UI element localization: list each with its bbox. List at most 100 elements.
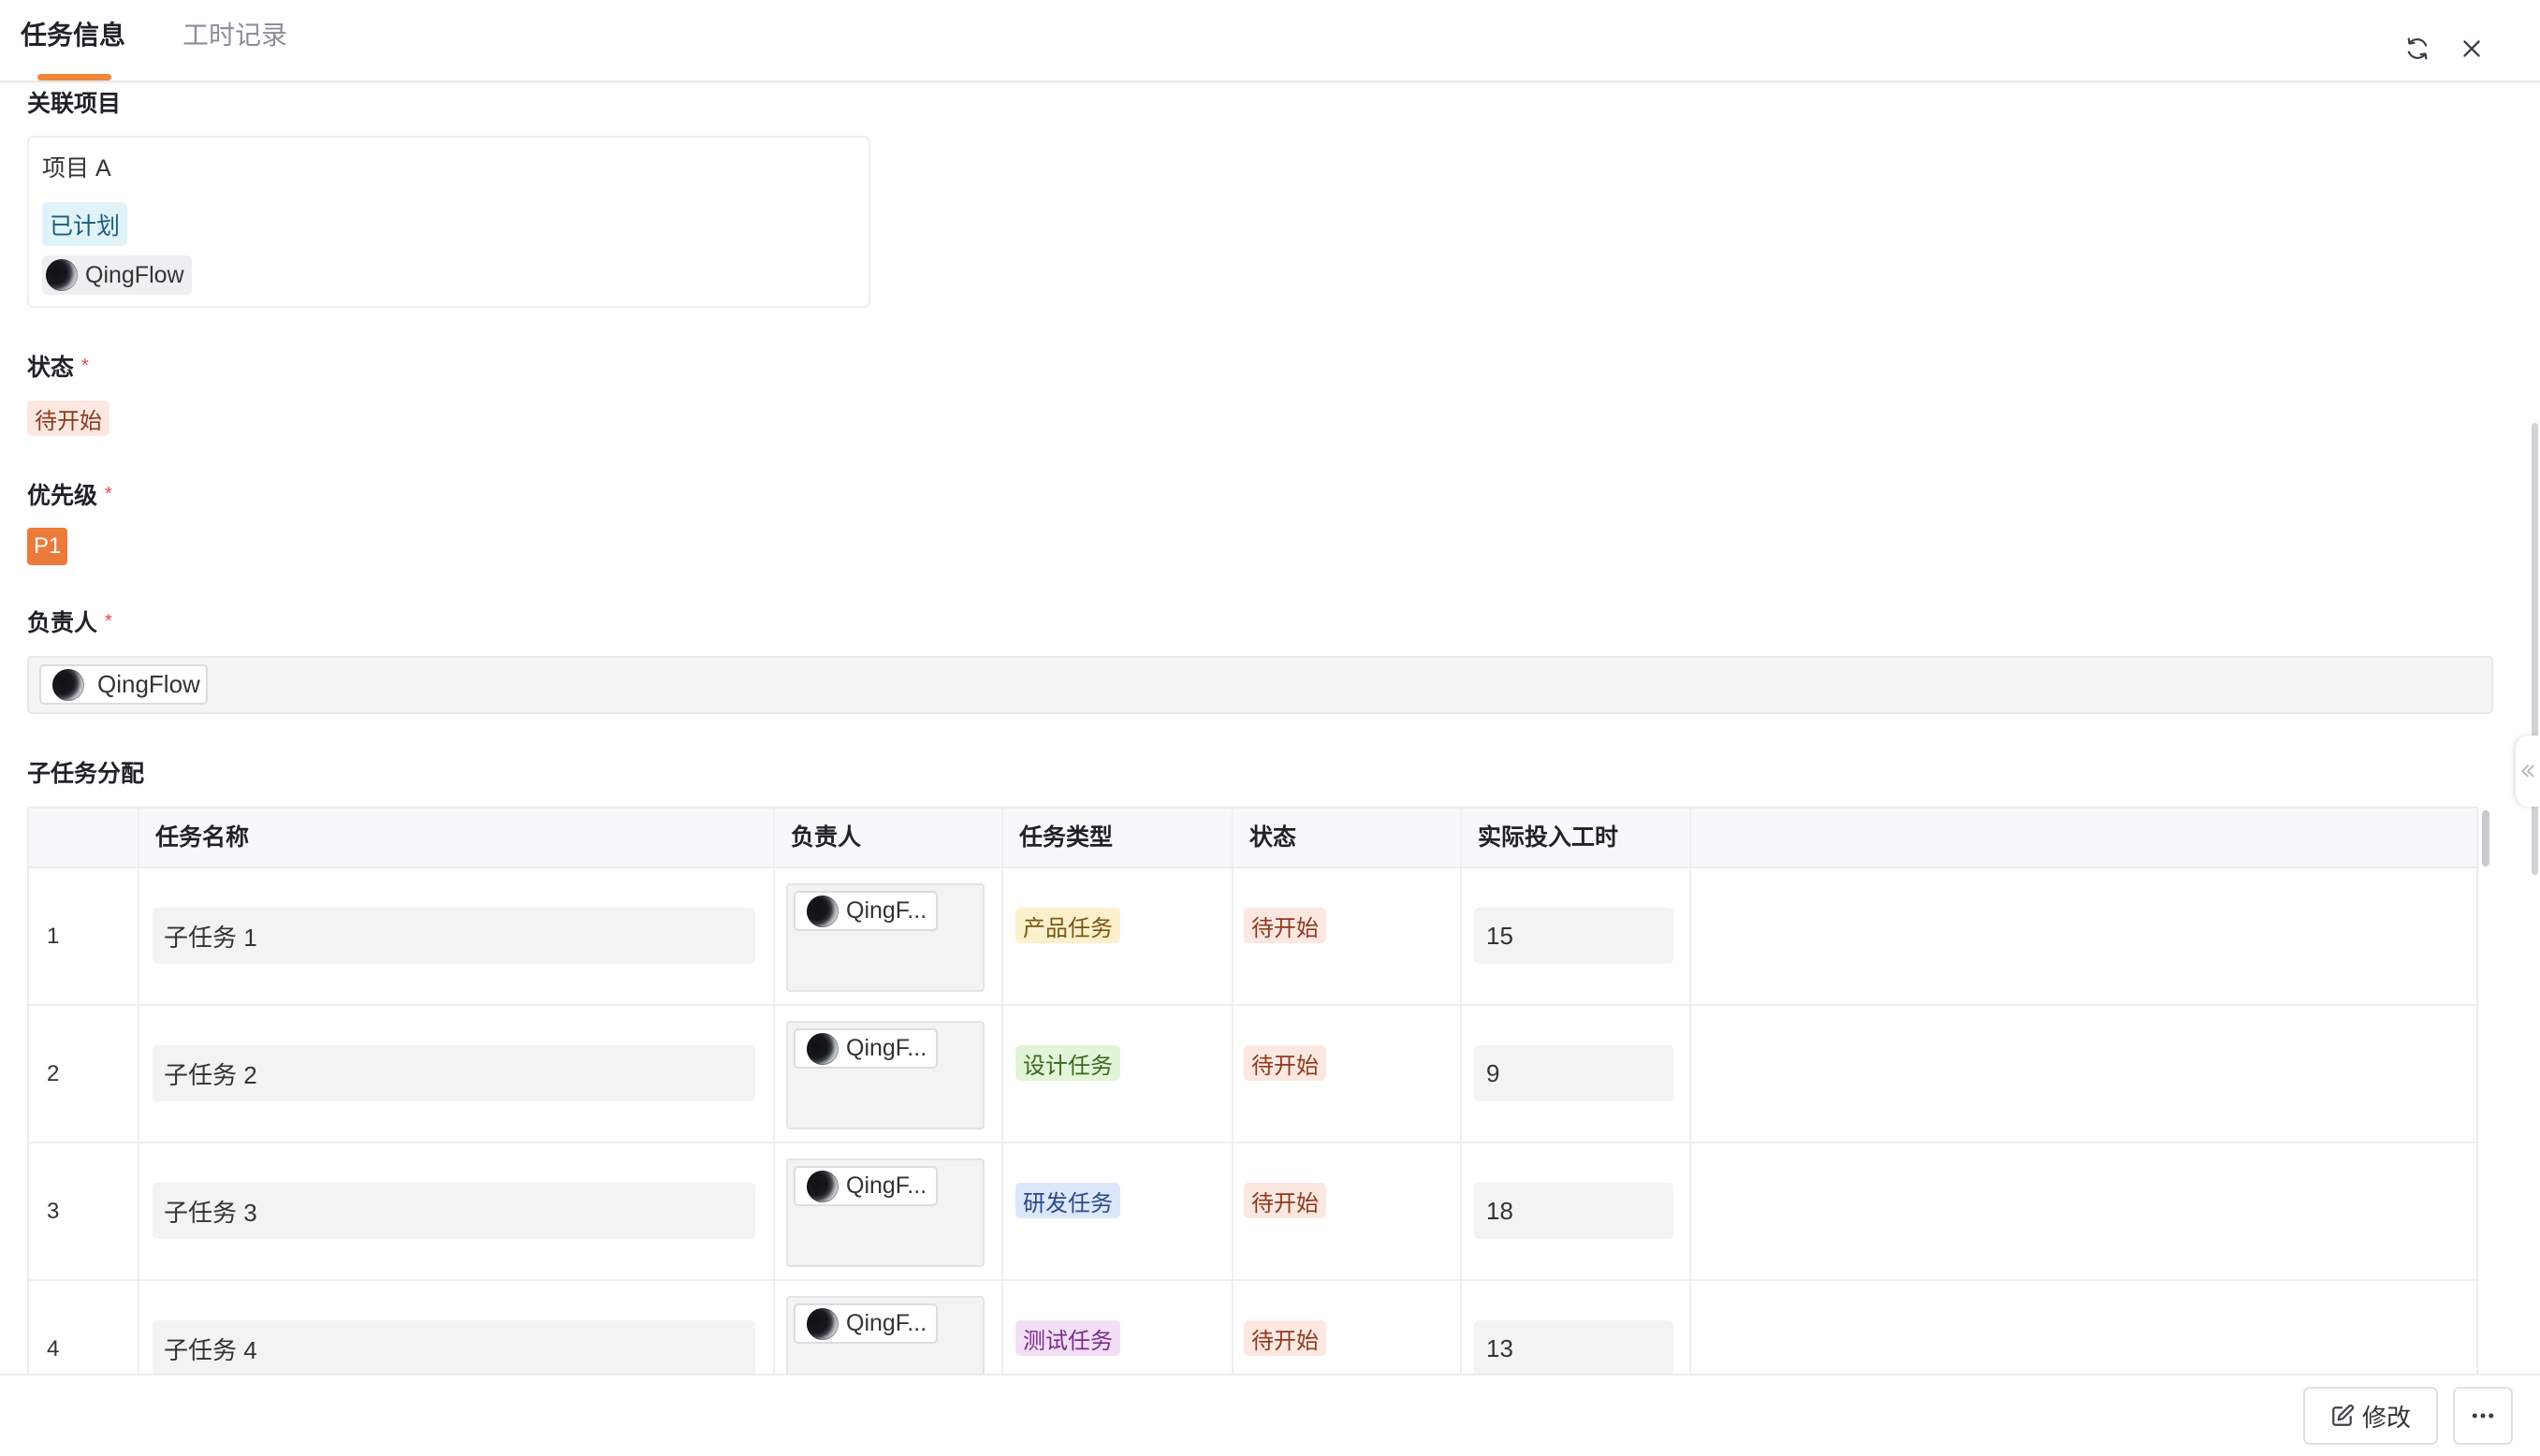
collapse-panel-handle[interactable] [2516,735,2540,807]
assignee-cell: QingF... [775,1006,1003,1142]
task-name-cell: 子任务 4 [139,1281,775,1374]
row-index-cell: 4 [29,1281,139,1374]
refresh-button[interactable] [2401,33,2433,65]
priority-label: 优先级 * [27,482,112,510]
assignee-field[interactable]: QingF... [786,883,985,992]
empty-cell [1691,1006,2476,1142]
task-name-cell: 子任务 2 [139,1006,775,1142]
actual-hours-cell: 15 [1462,868,1691,1004]
status-tag[interactable]: 待开始 [27,400,109,436]
required-mark: * [105,611,112,632]
close-button[interactable] [2456,33,2488,65]
table-row: 4 子任务 4 QingF... 测试任务 待开始 13 [29,1281,2476,1374]
task-type-tag: 研发任务 [1015,1183,1120,1218]
avatar [807,1307,839,1340]
tab-work-hours[interactable]: 工时记录 [182,0,287,75]
subtask-table: 任务名称 负责人 任务类型 状态 实际投入工时 1 子任务 1 QingF... [27,807,2478,1374]
project-status-tag: 已计划 [42,202,128,246]
panel-header: 任务信息 工时记录 [0,0,2540,82]
actual-hours-field[interactable]: 9 [1474,1045,1673,1101]
actual-hours-field[interactable]: 15 [1474,908,1673,964]
column-header: 任务类型 [1003,808,1234,866]
assignee-cell: QingF... [775,1281,1003,1374]
assignee-field[interactable]: QingFlow [27,656,2493,714]
task-type-cell: 产品任务 [1003,868,1234,1004]
actual-hours-value: 15 [1486,921,1513,950]
row-index-cell: 1 [29,868,139,1004]
priority-tag[interactable]: P1 [27,528,68,565]
assignee-field[interactable]: QingF... [786,1021,985,1129]
tab-task-info[interactable]: 任务信息 [21,0,125,75]
row-index: 2 [47,1061,60,1086]
avatar [46,259,78,291]
column-header-actual-hours: 实际投入工时 [1478,824,1619,851]
more-button[interactable] [2453,1387,2513,1445]
assignee-label-text: 负责人 [27,610,98,636]
tab-work-hours-label: 工时记录 [182,21,288,50]
table-row: 1 子任务 1 QingF... 产品任务 待开始 15 [29,868,2476,1006]
task-type-cell: 研发任务 [1003,1143,1234,1279]
actual-hours-value: 18 [1486,1196,1513,1225]
task-name-field[interactable]: 子任务 3 [153,1183,755,1239]
project-owner-chip: QingFlow [42,255,192,295]
close-icon [2463,40,2480,57]
assignee-chip[interactable]: QingF... [794,1028,939,1069]
refresh-icon [2407,37,2428,60]
task-name-field[interactable]: 子任务 4 [153,1320,755,1374]
required-mark: * [105,484,112,504]
empty-cell [1691,1143,2476,1279]
avatar [807,1032,839,1065]
assignee-chip[interactable]: QingFlow [39,664,208,705]
related-project-label: 关联项目 [27,90,121,118]
row-index: 1 [47,924,60,949]
column-header: 任务名称 [139,808,775,866]
assignee-chip[interactable]: QingF... [794,1166,939,1206]
edit-button-label: 修改 [2361,1403,2411,1432]
status-tag: 待开始 [1244,1183,1326,1218]
task-type-cell: 设计任务 [1003,1006,1234,1142]
row-index: 3 [47,1199,60,1224]
actual-hours-field[interactable]: 18 [1474,1183,1673,1239]
task-name-field[interactable]: 子任务 2 [153,1045,755,1101]
assignee-field[interactable]: QingF... [786,1296,985,1374]
page-scrollbar-thumb[interactable] [2532,423,2538,875]
project-owner-name: QingFlow [85,261,184,288]
row-index-cell: 3 [29,1143,139,1279]
assignee-cell: QingF... [775,868,1003,1004]
task-name-value: 子任务 1 [164,923,257,952]
assignee-name: QingF... [846,1035,927,1061]
assignee-chip[interactable]: QingF... [794,1303,939,1344]
table-row: 3 子任务 3 QingF... 研发任务 待开始 18 [29,1143,2476,1281]
row-index: 4 [47,1336,60,1361]
table-row: 2 子任务 2 QingF... 设计任务 待开始 9 [29,1006,2476,1143]
assignee-field[interactable]: QingF... [786,1158,985,1267]
column-header-task-type: 任务类型 [1019,824,1114,851]
related-project-label-text: 关联项目 [27,91,122,117]
status-label-text: 状态 [27,355,75,381]
assignee-label: 负责人 * [27,609,112,637]
actual-hours-value: 13 [1486,1333,1513,1362]
assignee-name: QingFlow [97,670,200,698]
edit-button[interactable]: 修改 [2303,1387,2438,1445]
active-tab-indicator [37,74,111,80]
table-scrollbar-thumb[interactable] [2482,810,2489,866]
column-header: 负责人 [775,808,1003,866]
assignee-name: QingF... [846,897,927,924]
assignee-name: QingF... [846,1172,927,1199]
priority-label-text: 优先级 [27,483,98,509]
task-type-tag: 测试任务 [1015,1320,1120,1356]
edit-icon [2332,1405,2354,1426]
status-tag: 待开始 [1244,1045,1326,1081]
assignee-name: QingF... [846,1310,927,1336]
status-tag: 待开始 [1244,1320,1326,1356]
index-column-header [29,808,139,866]
task-name-field[interactable]: 子任务 1 [153,908,755,964]
actual-hours-field[interactable]: 13 [1474,1320,1673,1374]
column-header-status: 状态 [1249,824,1297,851]
related-project-card[interactable]: 项目 A 已计划 QingFlow [27,136,870,308]
row-index-cell: 2 [29,1006,139,1142]
avatar [807,895,839,927]
task-type-tag: 产品任务 [1015,908,1120,943]
assignee-chip[interactable]: QingF... [794,891,939,931]
empty-cell [1691,1281,2476,1374]
